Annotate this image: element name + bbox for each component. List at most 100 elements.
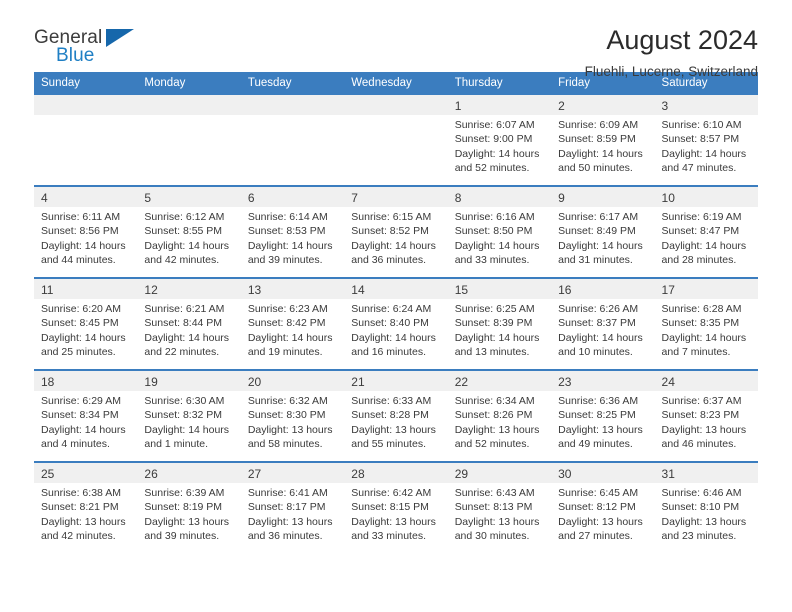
calendar-day-cell[interactable]: 22 Sunrise: 6:34 AM Sunset: 8:26 PM Dayligh… xyxy=(447,369,552,462)
calendar-day-cell[interactable]: 1 Sunrise: 6:07 AM Sunset: 9:00 PM Daylight… xyxy=(447,95,552,186)
daylight-text: Daylight: 14 hours and 31 minutes. xyxy=(558,239,643,267)
calendar-day-cell[interactable]: 10 Sunrise: 6:19 AM Sunset: 8:47 PM Dayligh… xyxy=(654,185,758,278)
calendar-day-cell[interactable]: 11 Sunrise: 6:20 AM Sunset: 8:45 PM Dayligh… xyxy=(34,277,138,370)
day-details: Sunrise: 6:23 AM Sunset: 8:42 PM Daylight:… xyxy=(241,299,344,360)
calendar-day-cell[interactable]: 20 Sunrise: 6:32 AM Sunset: 8:30 PM Dayligh… xyxy=(240,369,345,462)
daylight-text: Daylight: 14 hours and 7 minutes. xyxy=(661,331,747,359)
sunrise-text: Sunrise: 6:39 AM xyxy=(144,487,225,499)
calendar-day-cell[interactable]: 21 Sunrise: 6:33 AM Sunset: 8:28 PM Dayligh… xyxy=(344,369,448,462)
sunrise-text: Sunrise: 6:36 AM xyxy=(558,395,639,407)
calendar-day-cell[interactable]: 30 Sunrise: 6:45 AM Sunset: 8:12 PM Dayligh… xyxy=(551,461,655,553)
daylight-text: Daylight: 13 hours and 36 minutes. xyxy=(247,515,333,543)
sunset-text: Sunset: 8:28 PM xyxy=(351,409,429,422)
daylight-text: Daylight: 13 hours and 52 minutes. xyxy=(454,423,540,451)
day-number: 11 xyxy=(34,279,138,299)
calendar-day-cell[interactable]: 18 Sunrise: 6:29 AM Sunset: 8:34 PM Dayligh… xyxy=(34,369,138,462)
daylight-text: Daylight: 14 hours and 52 minutes. xyxy=(454,147,540,175)
daylight-text: Daylight: 13 hours and 30 minutes. xyxy=(454,515,540,543)
day-details: Sunrise: 6:11 AM Sunset: 8:56 PM Daylight:… xyxy=(34,207,137,268)
day-details: Sunrise: 6:09 AM Sunset: 8:59 PM Daylight:… xyxy=(551,115,654,176)
sunset-text: Sunset: 8:26 PM xyxy=(454,409,533,422)
sunrise-text: Sunrise: 6:41 AM xyxy=(247,487,328,499)
daylight-text: Daylight: 14 hours and 39 minutes. xyxy=(247,239,333,267)
day-details: Sunrise: 6:21 AM Sunset: 8:44 PM Daylight:… xyxy=(137,299,240,360)
sunrise-text: Sunrise: 6:25 AM xyxy=(454,303,535,315)
sunrise-text: Sunrise: 6:32 AM xyxy=(247,395,328,407)
brand-logo[interactable]: General Blue xyxy=(34,26,146,65)
sunset-text: Sunset: 8:13 PM xyxy=(454,501,533,514)
calendar-day-cell[interactable]: 7 Sunrise: 6:15 AM Sunset: 8:52 PM Daylight… xyxy=(344,185,448,278)
calendar-day-cell[interactable]: 3 Sunrise: 6:10 AM Sunset: 8:57 PM Daylight… xyxy=(654,95,758,186)
daylight-text: Daylight: 14 hours and 16 minutes. xyxy=(351,331,436,359)
calendar-day-cell[interactable]: 4 Sunrise: 6:11 AM Sunset: 8:56 PM Daylight… xyxy=(34,185,138,278)
calendar-week-row: 25 Sunrise: 6:38 AM Sunset: 8:21 PM Dayligh… xyxy=(34,461,758,553)
sunset-text: Sunset: 8:21 PM xyxy=(41,501,119,514)
day-number: 4 xyxy=(34,187,138,207)
daylight-text: Daylight: 14 hours and 25 minutes. xyxy=(41,331,126,359)
calendar-day-cell[interactable]: 14 Sunrise: 6:24 AM Sunset: 8:40 PM Dayligh… xyxy=(344,277,448,370)
day-details: Sunrise: 6:42 AM Sunset: 8:15 PM Daylight:… xyxy=(344,483,447,544)
calendar-day-cell[interactable]: 29 Sunrise: 6:43 AM Sunset: 8:13 PM Dayligh… xyxy=(447,461,552,553)
sunrise-text: Sunrise: 6:20 AM xyxy=(41,303,121,315)
calendar-day-cell[interactable]: 23 Sunrise: 6:36 AM Sunset: 8:25 PM Dayligh… xyxy=(551,369,655,462)
sunset-text: Sunset: 8:59 PM xyxy=(558,133,636,146)
daylight-text: Daylight: 14 hours and 50 minutes. xyxy=(558,147,643,175)
day-details: Sunrise: 6:36 AM Sunset: 8:25 PM Daylight:… xyxy=(551,391,654,452)
day-number: 6 xyxy=(240,187,345,207)
day-details: Sunrise: 6:33 AM Sunset: 8:28 PM Daylight:… xyxy=(344,391,447,452)
calendar-day-cell[interactable]: 5 Sunrise: 6:12 AM Sunset: 8:55 PM Daylight… xyxy=(137,185,241,278)
daylight-text: Daylight: 14 hours and 22 minutes. xyxy=(144,331,230,359)
calendar-day-cell[interactable]: 8 Sunrise: 6:16 AM Sunset: 8:50 PM Daylight… xyxy=(447,185,552,278)
calendar-day-cell[interactable]: 19 Sunrise: 6:30 AM Sunset: 8:32 PM Dayligh… xyxy=(137,369,241,462)
calendar-day-cell[interactable]: 2 Sunrise: 6:09 AM Sunset: 8:59 PM Daylight… xyxy=(551,95,655,186)
sunset-text: Sunset: 8:23 PM xyxy=(661,409,740,422)
weekday-header-monday: Monday xyxy=(137,72,241,95)
calendar-week-row: 4 Sunrise: 6:11 AM Sunset: 8:56 PM Daylight… xyxy=(34,185,758,278)
calendar-day-cell[interactable]: 6 Sunrise: 6:14 AM Sunset: 8:53 PM Daylight… xyxy=(240,185,345,278)
weekday-header-wednesday: Wednesday xyxy=(344,72,448,95)
day-number: 13 xyxy=(240,279,345,299)
calendar-day-cell[interactable]: 12 Sunrise: 6:21 AM Sunset: 8:44 PM Dayligh… xyxy=(137,277,241,370)
day-number: 7 xyxy=(344,187,448,207)
calendar-day-cell[interactable]: 31 Sunrise: 6:46 AM Sunset: 8:10 PM Dayligh… xyxy=(654,461,758,553)
day-details: Sunrise: 6:46 AM Sunset: 8:10 PM Daylight:… xyxy=(655,483,758,544)
calendar-day-cell[interactable]: 17 Sunrise: 6:28 AM Sunset: 8:35 PM Dayligh… xyxy=(654,277,758,370)
day-details: Sunrise: 6:43 AM Sunset: 8:13 PM Daylight:… xyxy=(448,483,551,544)
calendar-day-cell[interactable]: 28 Sunrise: 6:42 AM Sunset: 8:15 PM Dayligh… xyxy=(344,461,448,553)
calendar-day-cell[interactable]: 16 Sunrise: 6:26 AM Sunset: 8:37 PM Dayligh… xyxy=(551,277,655,370)
day-details: Sunrise: 6:14 AM Sunset: 8:53 PM Daylight:… xyxy=(241,207,344,268)
calendar-day-cell[interactable]: 9 Sunrise: 6:17 AM Sunset: 8:49 PM Daylight… xyxy=(551,185,655,278)
calendar-day-cell[interactable]: 13 Sunrise: 6:23 AM Sunset: 8:42 PM Dayligh… xyxy=(240,277,345,370)
day-number: 21 xyxy=(344,371,448,391)
daylight-text: Daylight: 14 hours and 42 minutes. xyxy=(144,239,230,267)
sunrise-text: Sunrise: 6:07 AM xyxy=(454,119,535,131)
daylight-text: Daylight: 14 hours and 47 minutes. xyxy=(661,147,747,175)
daylight-text: Daylight: 13 hours and 58 minutes. xyxy=(247,423,333,451)
day-details: Sunrise: 6:16 AM Sunset: 8:50 PM Daylight:… xyxy=(448,207,551,268)
day-number: 17 xyxy=(654,279,758,299)
sunrise-text: Sunrise: 6:34 AM xyxy=(454,395,535,407)
calendar-week-row: 18 Sunrise: 6:29 AM Sunset: 8:34 PM Dayligh… xyxy=(34,369,758,462)
day-details: Sunrise: 6:38 AM Sunset: 8:21 PM Daylight:… xyxy=(34,483,137,544)
calendar-day-cell[interactable]: 24 Sunrise: 6:37 AM Sunset: 8:23 PM Dayligh… xyxy=(654,369,758,462)
day-number xyxy=(240,95,345,115)
calendar-day-cell[interactable]: 26 Sunrise: 6:39 AM Sunset: 8:19 PM Dayligh… xyxy=(137,461,241,553)
calendar-day-cell[interactable]: 27 Sunrise: 6:41 AM Sunset: 8:17 PM Dayligh… xyxy=(240,461,345,553)
calendar-grid: Sunday Monday Tuesday Wednesday Thursday… xyxy=(34,72,758,553)
sunrise-text: Sunrise: 6:19 AM xyxy=(661,211,742,223)
sunset-text: Sunset: 8:17 PM xyxy=(247,501,326,514)
daylight-text: Daylight: 14 hours and 44 minutes. xyxy=(41,239,126,267)
sunrise-text: Sunrise: 6:11 AM xyxy=(41,211,121,223)
daylight-text: Daylight: 14 hours and 33 minutes. xyxy=(454,239,540,267)
calendar-day-cell-empty xyxy=(240,95,345,186)
day-number: 2 xyxy=(551,95,655,115)
sunset-text: Sunset: 8:49 PM xyxy=(558,225,636,238)
day-number: 22 xyxy=(447,371,552,391)
day-number: 24 xyxy=(654,371,758,391)
sunset-text: Sunset: 8:55 PM xyxy=(144,225,223,238)
calendar-day-cell[interactable]: 25 Sunrise: 6:38 AM Sunset: 8:21 PM Dayligh… xyxy=(34,461,138,553)
calendar-day-cell[interactable]: 15 Sunrise: 6:25 AM Sunset: 8:39 PM Dayligh… xyxy=(447,277,552,370)
day-number: 14 xyxy=(344,279,448,299)
calendar-week-row: 11 Sunrise: 6:20 AM Sunset: 8:45 PM Dayligh… xyxy=(34,277,758,370)
calendar-day-cell-empty xyxy=(344,95,448,186)
